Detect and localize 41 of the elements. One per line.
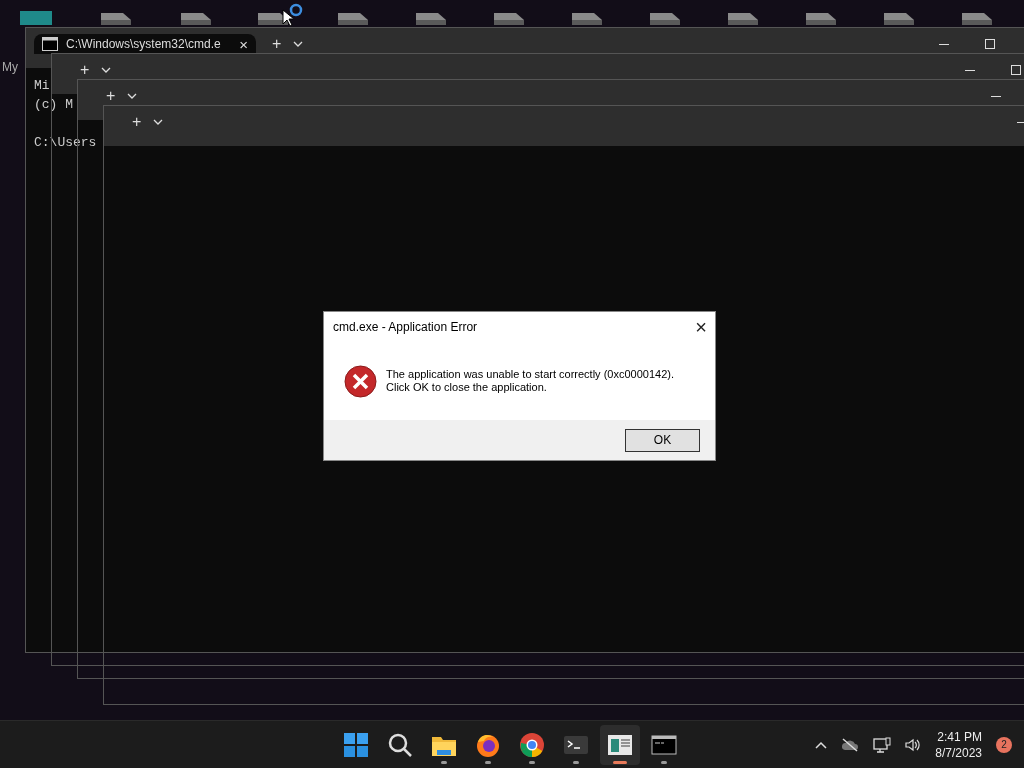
running-indicator (573, 760, 579, 764)
dialog-title: cmd.exe - Application Error (333, 319, 478, 336)
speaker-icon[interactable] (905, 737, 922, 752)
maximize-icon[interactable] (1011, 65, 1021, 75)
tab-title: C:\Windows\system32\cmd.e (66, 36, 221, 53)
search-icon (387, 731, 413, 758)
notification-badge[interactable]: 2 (996, 736, 1012, 753)
close-button[interactable]: × (695, 317, 707, 337)
chevron-up-icon[interactable] (815, 740, 828, 749)
tab[interactable]: C:\Windows\system32\cmd.e × (34, 34, 256, 54)
running-indicator (613, 760, 627, 764)
error-icon (344, 364, 377, 398)
chrome-icon (519, 731, 545, 758)
desktop-icon-label[interactable]: My (2, 58, 18, 76)
clock-time[interactable]: 2:41 PM (937, 728, 982, 745)
running-indicator (661, 760, 667, 764)
running-indicator (441, 760, 447, 764)
console-line: Mi (34, 77, 50, 95)
new-tab-button[interactable]: + (80, 62, 90, 78)
chevron-down-icon[interactable] (127, 93, 138, 99)
new-tab-button[interactable]: + (132, 114, 142, 130)
console-line: (c) M (34, 96, 73, 114)
windows-logo-icon (343, 731, 369, 758)
ok-button[interactable]: OK (625, 428, 700, 452)
taskbar-app-button[interactable] (600, 724, 640, 765)
command-prompt-icon (42, 37, 58, 51)
chevron-down-icon[interactable] (153, 119, 164, 125)
close-tab-button[interactable]: × (239, 36, 248, 52)
running-indicator (529, 760, 535, 764)
network-icon[interactable] (873, 736, 892, 753)
maximize-icon[interactable] (985, 39, 995, 49)
new-tab-button[interactable]: + (106, 88, 116, 104)
chevron-down-icon[interactable] (101, 67, 112, 73)
cloud-off-icon[interactable] (841, 737, 860, 752)
clock-date[interactable]: 8/7/2023 (935, 744, 982, 761)
console-line: C:\Users (34, 134, 97, 152)
new-tab-button[interactable]: + (272, 36, 282, 52)
chevron-down-icon[interactable] (293, 41, 304, 47)
loading-ring-icon (289, 3, 303, 17)
running-indicator (485, 760, 491, 764)
error-message: The application was unable to start correctly (0xc0000142). Click OK to close the application. (386, 368, 674, 394)
